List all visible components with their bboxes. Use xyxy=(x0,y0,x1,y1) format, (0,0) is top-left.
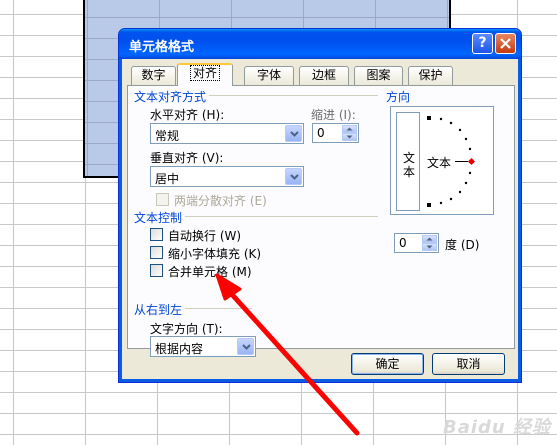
tab-alignment[interactable]: 对齐 xyxy=(177,63,233,86)
watermark: Baidu 经验 xyxy=(442,417,551,438)
annotation-arrow xyxy=(215,273,360,436)
annotation-arrow-head xyxy=(215,273,242,301)
annotation-arrow-shaft xyxy=(225,287,360,436)
tab-alignment-label: 对齐 xyxy=(189,65,221,81)
